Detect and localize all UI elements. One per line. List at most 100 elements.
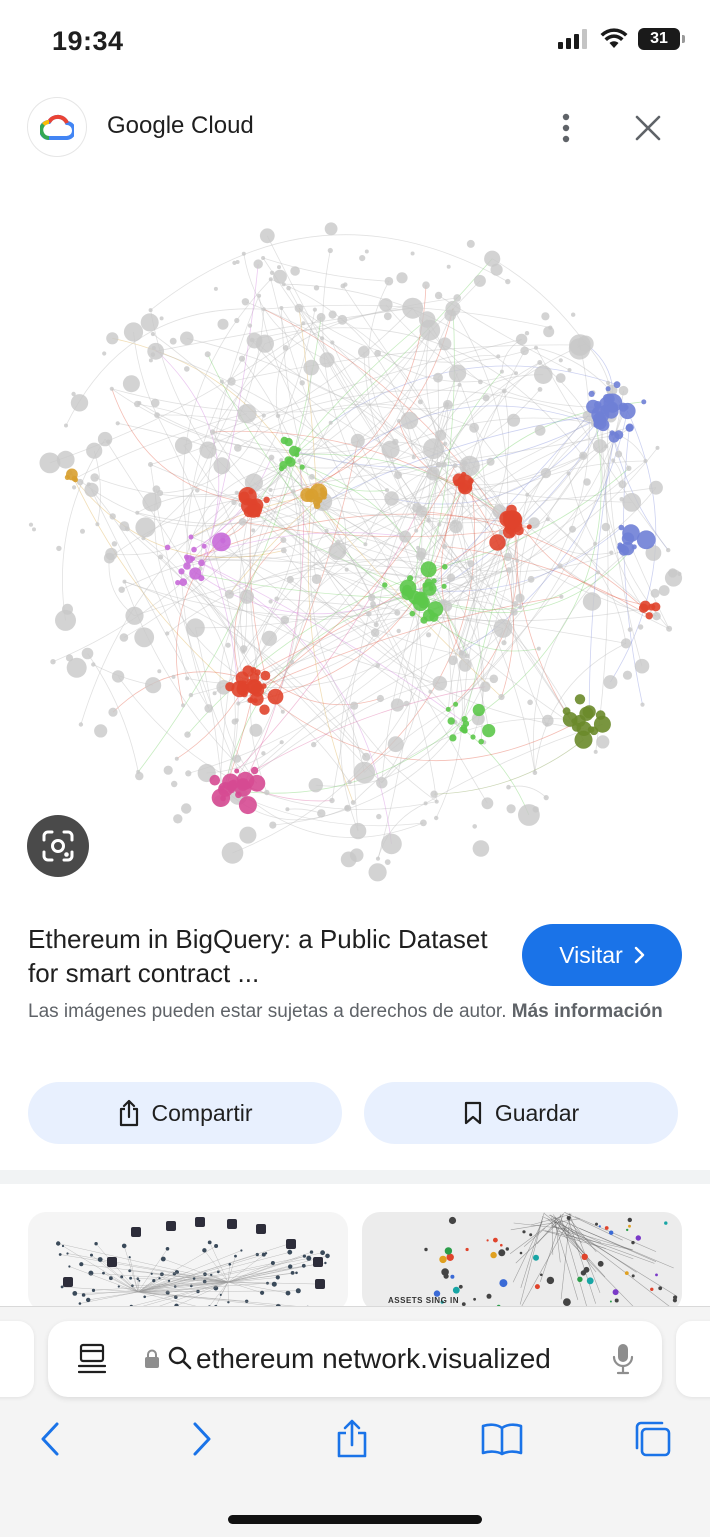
graph-node (515, 594, 524, 603)
thumb-node (240, 1249, 242, 1251)
page-menu-icon[interactable] (78, 1343, 106, 1375)
save-button[interactable]: Guardar (364, 1082, 678, 1144)
graph-node (478, 380, 483, 385)
thumb-node (61, 1286, 64, 1289)
graph-node (473, 840, 490, 857)
graph-node (461, 472, 466, 477)
graph-node (459, 659, 472, 672)
graph-node (394, 610, 400, 616)
graph-node (473, 704, 485, 716)
share-sheet-button[interactable] (328, 1415, 376, 1463)
graph-node (391, 698, 404, 711)
thumb-node (303, 1255, 306, 1258)
graph-node (375, 663, 380, 668)
thumb-edge (552, 1226, 654, 1263)
graph-node (628, 627, 633, 632)
graph-node (165, 631, 169, 635)
address-bar[interactable]: ethereum network.visualized (48, 1321, 662, 1397)
thumb-node (598, 1261, 604, 1267)
back-button[interactable] (26, 1415, 74, 1463)
graph-node (514, 526, 524, 536)
thumb-node (325, 1254, 330, 1259)
result-image[interactable] (0, 180, 710, 900)
status-bar: 19:34 31 (0, 0, 710, 84)
graph-node (337, 315, 347, 325)
forward-button[interactable] (178, 1415, 226, 1463)
url-text[interactable]: ethereum network.visualized (196, 1343, 551, 1375)
close-button[interactable] (628, 108, 668, 148)
signal-icon (558, 29, 590, 49)
related-thumbnail[interactable]: ASSETS SING IN (362, 1212, 682, 1312)
graph-node (95, 522, 99, 526)
graph-node (172, 675, 176, 679)
graph-node (442, 544, 447, 549)
graph-node (384, 312, 392, 320)
thumb-node (599, 1225, 601, 1227)
graph-node (269, 822, 276, 829)
thumb-node (487, 1239, 489, 1241)
lens-search-button[interactable] (27, 815, 89, 877)
graph-node (222, 842, 244, 864)
graph-node (281, 710, 285, 714)
graph-node (643, 459, 647, 463)
graph-node (286, 457, 296, 467)
chevron-right-icon (633, 946, 645, 964)
thumb-node (459, 1285, 463, 1289)
graph-node (317, 809, 325, 817)
home-indicator (228, 1515, 482, 1524)
graph-node (87, 482, 91, 486)
graph-node (569, 526, 576, 533)
bookmarks-button[interactable] (478, 1415, 526, 1463)
more-options-button[interactable] (546, 108, 586, 148)
graph-node (359, 255, 365, 261)
thumb-node (522, 1230, 525, 1233)
google-cloud-logo[interactable] (28, 98, 86, 156)
previous-tab-card[interactable] (0, 1321, 34, 1397)
graph-node (640, 703, 644, 707)
graph-node (441, 461, 447, 467)
microphone-icon[interactable] (612, 1343, 634, 1375)
more-vert-icon (562, 113, 570, 143)
graph-node (467, 560, 474, 567)
cloud-icon (40, 114, 74, 140)
graph-node (72, 485, 76, 489)
graph-node (240, 682, 247, 689)
graph-node (242, 298, 249, 305)
graph-node (235, 718, 239, 722)
graph-node (152, 346, 156, 350)
graph-node (210, 775, 221, 786)
graph-node (435, 800, 439, 804)
result-title[interactable]: Ethereum in BigQuery: a Public Dataset f… (28, 922, 488, 990)
related-graph-thumbnail (28, 1212, 348, 1312)
graph-node (149, 308, 153, 312)
thumb-node (658, 1286, 662, 1290)
graph-node (512, 601, 518, 607)
visit-button[interactable]: Visitar (522, 924, 682, 986)
more-info-link[interactable]: Más información (512, 1001, 663, 1022)
graph-node (185, 770, 191, 776)
next-tab-card[interactable] (676, 1321, 710, 1397)
graph-node (281, 548, 287, 554)
graph-node (329, 311, 337, 319)
graph-node (214, 287, 218, 291)
thumb-node (613, 1289, 619, 1295)
graph-node (220, 538, 225, 543)
graph-node (94, 724, 107, 737)
lock-icon (144, 1349, 160, 1369)
graph-node (102, 351, 106, 355)
graph-node (369, 863, 387, 881)
graph-node (412, 455, 416, 459)
graph-node (482, 724, 495, 737)
related-thumbnail[interactable] (28, 1212, 348, 1312)
share-button[interactable]: Compartir (28, 1082, 342, 1144)
thumb-node (655, 1274, 658, 1277)
thumb-node (490, 1252, 496, 1258)
tabs-button[interactable] (628, 1415, 676, 1463)
graph-node (184, 554, 189, 559)
graph-node (66, 469, 78, 481)
site-name[interactable]: Google Cloud (107, 112, 254, 140)
graph-node (71, 394, 88, 411)
thumb-node (109, 1276, 113, 1280)
graph-node (596, 570, 600, 574)
graph-node (423, 438, 444, 459)
